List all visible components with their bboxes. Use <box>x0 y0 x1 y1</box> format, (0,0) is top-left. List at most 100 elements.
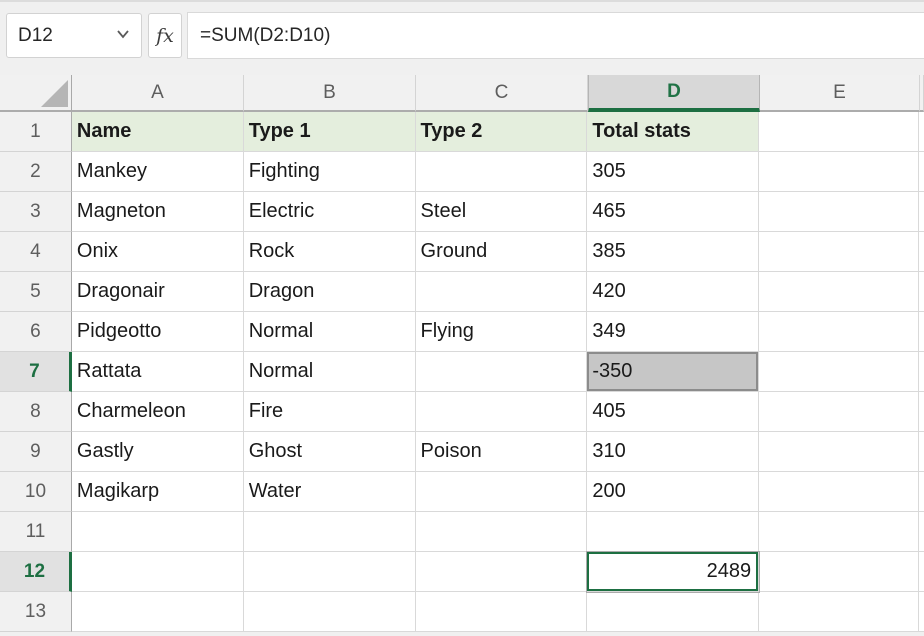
cell-C8[interactable] <box>416 392 588 432</box>
cell-B10[interactable]: Water <box>244 472 416 512</box>
cell-B1[interactable]: Type 1 <box>244 112 416 152</box>
cell-F5 <box>919 272 924 312</box>
column-header-F-sliver <box>920 75 924 112</box>
sheet-row-5: 5 Dragonair Dragon 420 <box>0 272 924 312</box>
sheet-row-10: 10 Magikarp Water 200 <box>0 472 924 512</box>
cell-A11[interactable] <box>72 512 244 552</box>
cell-D1[interactable]: Total stats <box>587 112 759 152</box>
row-header-11[interactable]: 11 <box>0 512 72 552</box>
cell-A9[interactable]: Gastly <box>72 432 244 472</box>
row-header-12[interactable]: 12 <box>0 552 72 592</box>
column-header-A[interactable]: A <box>72 75 244 112</box>
chevron-down-icon[interactable] <box>116 29 130 39</box>
sheet-row-1: 1 Name Type 1 Type 2 Total stats <box>0 112 924 152</box>
cell-A6[interactable]: Pidgeotto <box>72 312 244 352</box>
cell-E9[interactable] <box>759 432 919 472</box>
cell-C6[interactable]: Flying <box>416 312 588 352</box>
cell-E13[interactable] <box>759 592 919 632</box>
column-header-D[interactable]: D <box>588 75 760 112</box>
row-header-6[interactable]: 6 <box>0 312 72 352</box>
cell-A5[interactable]: Dragonair <box>72 272 244 312</box>
cell-E3[interactable] <box>759 192 919 232</box>
cell-B11[interactable] <box>244 512 416 552</box>
cell-A13[interactable] <box>72 592 244 632</box>
cell-F8 <box>919 392 924 432</box>
cell-A10[interactable]: Magikarp <box>72 472 244 512</box>
cell-C1[interactable]: Type 2 <box>416 112 588 152</box>
cell-D2[interactable]: 305 <box>587 152 759 192</box>
sheet-row-3: 3 Magneton Electric Steel 465 <box>0 192 924 232</box>
cell-B5[interactable]: Dragon <box>244 272 416 312</box>
cell-B3[interactable]: Electric <box>244 192 416 232</box>
cell-E6[interactable] <box>759 312 919 352</box>
cell-D10[interactable]: 200 <box>587 472 759 512</box>
cell-A3[interactable]: Magneton <box>72 192 244 232</box>
cell-B4[interactable]: Rock <box>244 232 416 272</box>
cell-C2[interactable] <box>416 152 588 192</box>
cell-E2[interactable] <box>759 152 919 192</box>
cell-D6[interactable]: 349 <box>587 312 759 352</box>
cell-D13[interactable] <box>587 592 759 632</box>
cell-D3[interactable]: 465 <box>587 192 759 232</box>
row-header-8[interactable]: 8 <box>0 392 72 432</box>
cell-A4[interactable]: Onix <box>72 232 244 272</box>
cell-C10[interactable] <box>416 472 588 512</box>
insert-function-button[interactable]: fx <box>148 13 182 58</box>
cell-E7[interactable] <box>759 352 919 392</box>
cell-E10[interactable] <box>759 472 919 512</box>
row-header-1[interactable]: 1 <box>0 112 72 152</box>
row-header-3[interactable]: 3 <box>0 192 72 232</box>
cell-D11[interactable] <box>587 512 759 552</box>
cell-D4[interactable]: 385 <box>587 232 759 272</box>
cell-A12[interactable] <box>72 552 244 592</box>
cell-C13[interactable] <box>416 592 588 632</box>
cell-A8[interactable]: Charmeleon <box>72 392 244 432</box>
cell-A1[interactable]: Name <box>72 112 244 152</box>
cell-B2[interactable]: Fighting <box>244 152 416 192</box>
cell-C3[interactable]: Steel <box>416 192 588 232</box>
row-header-13[interactable]: 13 <box>0 592 72 632</box>
cell-C5[interactable] <box>416 272 588 312</box>
cell-F9 <box>919 432 924 472</box>
row-header-7[interactable]: 7 <box>0 352 72 392</box>
cell-A7[interactable]: Rattata <box>72 352 244 392</box>
cell-C11[interactable] <box>416 512 588 552</box>
row-header-5[interactable]: 5 <box>0 272 72 312</box>
cell-B9[interactable]: Ghost <box>244 432 416 472</box>
column-header-B[interactable]: B <box>244 75 416 112</box>
cell-F1 <box>919 112 924 152</box>
cell-B13[interactable] <box>244 592 416 632</box>
cell-C9[interactable]: Poison <box>416 432 588 472</box>
cell-E12[interactable] <box>759 552 919 592</box>
sheet-row-2: 2 Mankey Fighting 305 <box>0 152 924 192</box>
cell-E8[interactable] <box>759 392 919 432</box>
select-all-corner[interactable] <box>0 75 72 112</box>
cell-A2[interactable]: Mankey <box>72 152 244 192</box>
cell-B6[interactable]: Normal <box>244 312 416 352</box>
row-header-9[interactable]: 9 <box>0 432 72 472</box>
column-header-row: A B C D E <box>0 75 924 112</box>
cell-D8[interactable]: 405 <box>587 392 759 432</box>
column-header-C[interactable]: C <box>416 75 588 112</box>
cell-E11[interactable] <box>759 512 919 552</box>
cell-B7[interactable]: Normal <box>244 352 416 392</box>
sheet-row-8: 8 Charmeleon Fire 405 <box>0 392 924 432</box>
cell-C12[interactable] <box>416 552 588 592</box>
row-header-10[interactable]: 10 <box>0 472 72 512</box>
cell-B8[interactable]: Fire <box>244 392 416 432</box>
sheet-row-6: 6 Pidgeotto Normal Flying 349 <box>0 312 924 352</box>
cell-B12[interactable] <box>244 552 416 592</box>
row-header-4[interactable]: 4 <box>0 232 72 272</box>
cell-E5[interactable] <box>759 272 919 312</box>
row-header-2[interactable]: 2 <box>0 152 72 192</box>
cell-E4[interactable] <box>759 232 919 272</box>
cell-C7[interactable] <box>416 352 588 392</box>
cell-E1[interactable] <box>759 112 919 152</box>
formula-input[interactable] <box>187 12 924 59</box>
cell-D12-active[interactable]: 2489 <box>587 552 759 592</box>
column-header-E[interactable]: E <box>760 75 920 112</box>
cell-D9[interactable]: 310 <box>587 432 759 472</box>
cell-D5[interactable]: 420 <box>587 272 759 312</box>
cell-D7[interactable]: -350 <box>587 352 759 392</box>
cell-C4[interactable]: Ground <box>416 232 588 272</box>
